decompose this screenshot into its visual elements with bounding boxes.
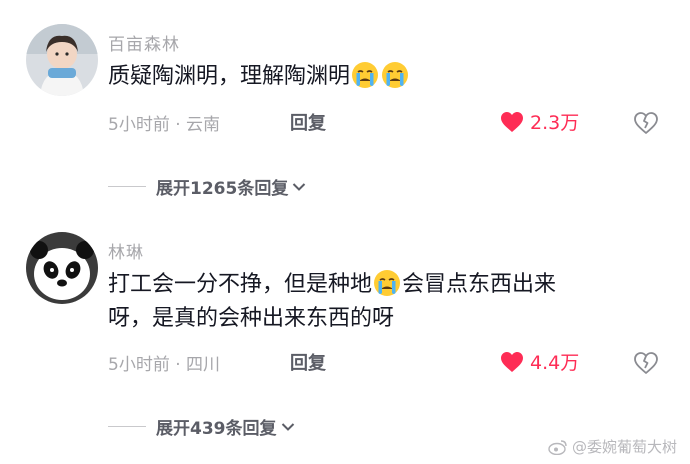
comment-text: 打工会一分不挣，但是种地 会冒点东西出来 呀，是真的会种出来东西的呀	[108, 268, 668, 336]
like-button[interactable]: 2.3万	[500, 108, 579, 135]
like-count: 4.4万	[530, 352, 580, 374]
crying-face-icon	[352, 62, 379, 88]
dislike-button[interactable]	[634, 352, 658, 378]
broken-heart-icon	[634, 352, 658, 374]
comment-meta: 5小时前 · 四川	[108, 355, 221, 375]
reply-button[interactable]: 回复	[290, 109, 326, 135]
comment-text-content: 质疑陶渊明，理解陶渊明	[108, 64, 351, 89]
like-button[interactable]: 4.4万	[500, 348, 579, 375]
weibo-logo-icon	[548, 439, 567, 455]
watermark: @委婉葡萄大树	[548, 436, 677, 457]
expand-replies-label: 展开439条回复	[156, 419, 277, 439]
like-count: 2.3万	[530, 112, 580, 134]
comment-author[interactable]: 百亩森林	[108, 30, 180, 55]
watermark-text: @委婉葡萄大树	[572, 438, 678, 456]
broken-heart-icon	[634, 112, 658, 134]
heart-icon	[501, 111, 523, 132]
avatar[interactable]	[26, 24, 98, 96]
crying-face-icon	[374, 270, 401, 296]
comment-author[interactable]: 林琳	[108, 238, 144, 263]
expand-replies-button[interactable]: 展开439条回复	[108, 414, 295, 439]
expand-replies-button[interactable]: 展开1265条回复	[108, 174, 306, 199]
comment-section: 百亩森林 质疑陶渊明，理解陶渊明 5小时前 · 云南 回复 2.3万 展开126…	[0, 0, 690, 464]
heart-icon	[501, 351, 523, 372]
expand-replies-label: 展开1265条回复	[156, 179, 289, 199]
divider-line	[108, 186, 146, 187]
chevron-down-icon	[293, 182, 306, 191]
comment-text-content: 打工会一分不挣，但是种地	[108, 272, 373, 297]
avatar[interactable]	[26, 232, 98, 304]
comment-text-content: 会冒点东西出来	[402, 272, 557, 297]
dislike-button[interactable]	[634, 112, 658, 138]
comment-meta: 5小时前 · 云南	[108, 115, 221, 135]
comment-text-content: 呀，是真的会种出来东西的呀	[108, 306, 395, 331]
chevron-down-icon	[281, 422, 294, 431]
crying-face-icon	[382, 62, 409, 88]
comment-text: 质疑陶渊明，理解陶渊明	[108, 60, 668, 94]
divider-line	[108, 426, 146, 427]
reply-button[interactable]: 回复	[290, 349, 326, 375]
